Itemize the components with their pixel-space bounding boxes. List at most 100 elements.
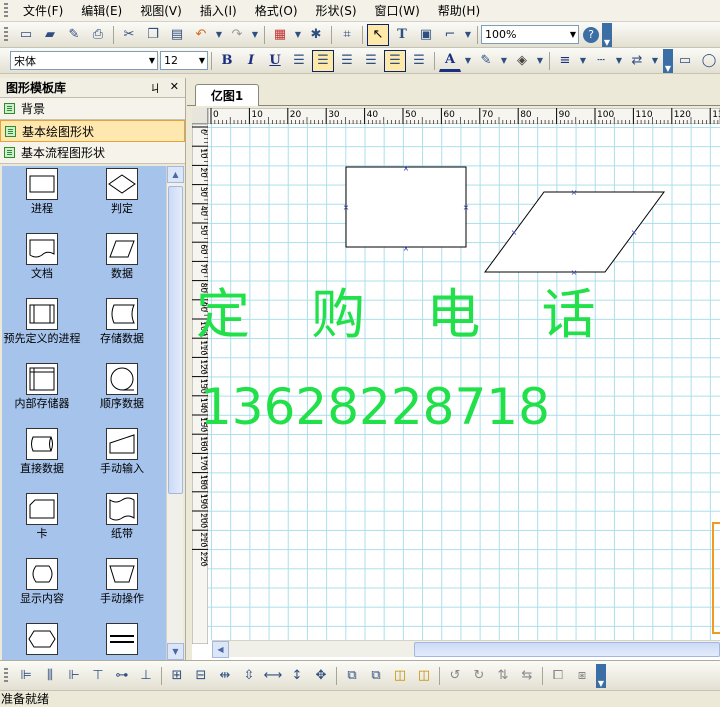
ungroup-icon[interactable]: ⧆ [571,665,593,687]
toolbar-options-icon[interactable]: ▼ [602,22,612,47]
menu-grip[interactable] [4,2,8,19]
category-basic-shapes[interactable]: 基本绘图形状 [0,120,185,142]
rectangle-shape[interactable]: × × × × [343,164,470,253]
connector-dropdown-icon[interactable]: ▼ [463,24,473,46]
line-style-dropdown-icon[interactable]: ▼ [614,50,624,72]
shape-display[interactable]: 显示内容 [2,557,82,622]
underline-button[interactable]: U [264,50,286,72]
same-height-icon[interactable]: ↕ [286,665,308,687]
same-width-icon[interactable]: ⟷ [262,665,284,687]
pointer-tool-icon[interactable]: ↖ [367,23,389,46]
menu-shape[interactable]: 形状(S) [307,1,366,21]
shape-manual-operation[interactable]: 手动操作 [82,557,162,622]
align-center-icon[interactable]: ☰ [312,49,334,72]
scroll-down-icon[interactable]: ▼ [167,643,184,660]
menu-file[interactable]: 文件(F) [14,1,72,21]
group-icon[interactable]: ⧠ [547,665,569,687]
tab-document[interactable]: 亿图1 [195,84,259,106]
align-right-shapes-icon[interactable]: ⊩ [63,665,85,687]
new-file-icon[interactable]: ▭ [15,24,37,46]
line-color-dropdown-icon[interactable]: ▼ [499,50,509,72]
offpage-shape-edge[interactable] [712,522,720,634]
distribute-horizontal-icon[interactable]: ⊞ [166,665,188,687]
help-icon[interactable]: ? [583,26,599,43]
shape-decision[interactable]: 判定 [82,167,162,232]
rectangle-tool-icon[interactable]: ▭ [674,50,696,72]
copy-icon[interactable]: ❐ [142,24,164,46]
undo-dropdown-icon[interactable]: ▼ [214,24,224,46]
font-color-dropdown-icon[interactable]: ▼ [463,50,473,72]
shape-stored-data[interactable]: 存储数据 [82,297,162,362]
toolbar-options-icon[interactable]: ▼ [663,48,673,73]
shape-manual-input[interactable]: 手动输入 [82,427,162,492]
shape-direct-data[interactable]: 直接数据 [2,427,82,492]
format-painter-icon[interactable]: ✱ [305,24,327,46]
scroll-left-icon[interactable]: ◀ [212,641,229,658]
fill-color-dropdown-icon[interactable]: ▼ [535,50,545,72]
menu-insert[interactable]: 插入(I) [191,1,246,21]
shape-process[interactable]: 进程 [2,167,82,232]
menu-edit[interactable]: 编辑(E) [72,1,131,21]
palette-dropdown-icon[interactable]: ▼ [293,24,303,46]
line-ends-icon[interactable]: ⇄ [626,50,648,72]
shape-data[interactable]: 数据 [82,232,162,297]
undo-icon[interactable]: ↶ [190,24,212,46]
menu-format[interactable]: 格式(O) [246,1,307,21]
toolbar-grip[interactable] [4,667,8,684]
menu-view[interactable]: 视图(V) [131,1,191,21]
font-name-select[interactable]: 宋体 ▼ [10,51,158,70]
align-center-shapes-icon[interactable]: ⫼ [39,665,61,687]
shape-card[interactable]: 卡 [2,492,82,557]
crop-icon[interactable]: ⌗ [336,24,358,46]
bring-forward-icon[interactable]: ◫ [389,665,411,687]
shape-document[interactable]: 文档 [2,232,82,297]
align-top-shapes-icon[interactable]: ⊤ [87,665,109,687]
align-bottom-shapes-icon[interactable]: ⊥ [135,665,157,687]
align-middle-icon[interactable]: ☰ [384,49,406,72]
shape-internal-storage[interactable]: 内部存储器 [2,362,82,427]
close-icon[interactable]: ✕ [170,80,179,96]
space-horizontal-icon[interactable]: ⇹ [214,665,236,687]
paste-icon[interactable]: ▤ [166,24,188,46]
connector-tool-icon[interactable]: ⌐ [439,24,461,46]
text-tool-icon[interactable]: T [391,24,413,46]
rotate-right-icon[interactable]: ↻ [468,665,490,687]
redo-dropdown-icon[interactable]: ▼ [250,24,260,46]
scroll-thumb[interactable] [168,186,183,494]
ellipse-tool-icon[interactable]: ◯ [698,50,720,72]
align-right-icon[interactable]: ☰ [336,50,358,72]
line-style-icon[interactable]: ┄ [590,50,612,72]
toolbar-grip[interactable] [4,26,8,43]
toolbar-options-icon[interactable]: ▼ [596,663,606,688]
line-ends-dropdown-icon[interactable]: ▼ [650,50,660,72]
line-weight-dropdown-icon[interactable]: ▼ [578,50,588,72]
distribute-vertical-icon[interactable]: ⊟ [190,665,212,687]
zoom-select[interactable]: 100% ▼ [481,25,579,44]
line-weight-icon[interactable]: ≡ [554,50,576,72]
shape-predefined-process[interactable]: 预先定义的进程 [2,297,82,362]
shape-paper-tape[interactable]: 纸带 [82,492,162,557]
shape-list-scrollbar[interactable]: ▲ ▼ [166,166,184,660]
pin-icon[interactable]: ㄐ [150,80,161,96]
align-left-icon[interactable]: ☰ [288,50,310,72]
font-size-select[interactable]: 12 ▼ [160,51,208,70]
print-icon[interactable]: ⎙ [87,24,109,46]
scroll-up-icon[interactable]: ▲ [167,166,184,183]
cut-icon[interactable]: ✂ [118,24,140,46]
category-basic-flowchart[interactable]: 基本流程图形状 [0,142,185,164]
bring-to-front-icon[interactable]: ⧉ [341,665,363,687]
font-color-icon[interactable]: A [439,50,461,72]
same-size-icon[interactable]: ✥ [310,665,332,687]
shape-preparation[interactable] [2,622,82,660]
menu-window[interactable]: 窗口(W) [366,1,429,21]
align-bottom-icon[interactable]: ☰ [408,50,430,72]
parallelogram-shape[interactable]: × × × × [484,188,665,277]
line-color-icon[interactable]: ✎ [475,50,497,72]
save-icon[interactable]: ✎ [63,24,85,46]
italic-button[interactable]: I [240,50,262,72]
align-middle-shapes-icon[interactable]: ⊶ [111,665,133,687]
send-to-back-icon[interactable]: ⧉ [365,665,387,687]
redo-icon[interactable]: ↷ [226,24,248,46]
fill-color-icon[interactable]: ◈ [511,50,533,72]
color-palette-icon[interactable]: ▦ [269,24,291,46]
